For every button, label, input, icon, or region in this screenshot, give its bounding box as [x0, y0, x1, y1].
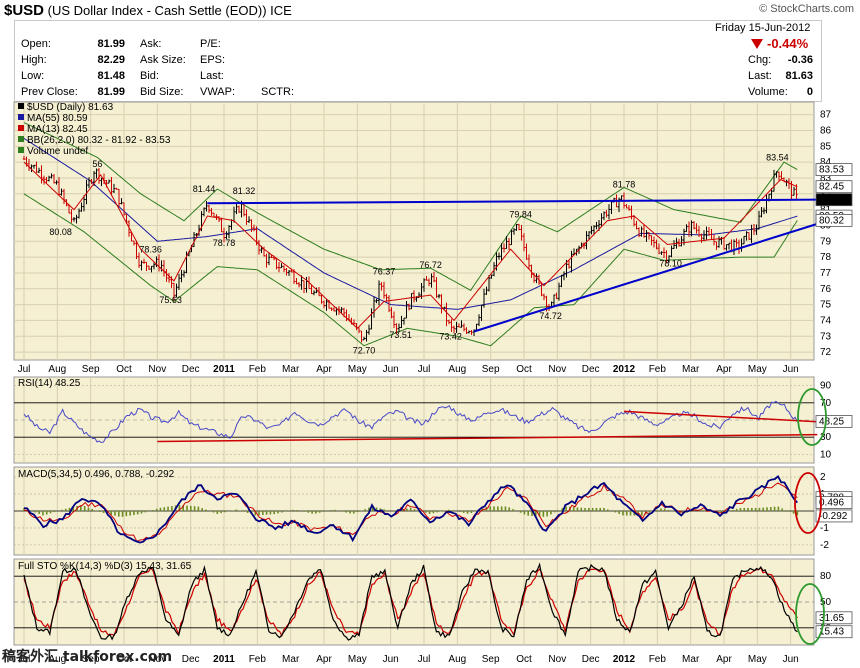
x-tick-label: Feb	[249, 364, 267, 375]
legend-swatch	[18, 136, 24, 142]
legend-swatch	[18, 147, 24, 153]
price-value-badge-text: 80.32	[819, 215, 844, 226]
x-tick-label-bottom: Feb	[249, 654, 267, 665]
price-annotation: 74.72	[539, 311, 562, 321]
x-tick-label-bottom: Aug	[448, 654, 466, 665]
x-tick-label: Aug	[48, 364, 66, 375]
x-tick-label-bottom: Oct	[516, 654, 532, 665]
x-tick-label: May	[748, 364, 767, 375]
x-tick-label-bottom: Mar	[282, 654, 300, 665]
rsi-value-badge-text: 48.25	[819, 417, 844, 428]
watermark: 稿客外汇 talkforex.com	[2, 649, 173, 665]
x-tick-label-bottom: May	[748, 654, 767, 665]
price-y-tick-label: 86	[820, 125, 832, 136]
price-annotation: 81.32	[233, 186, 256, 196]
x-tick-label-bottom: May	[348, 654, 367, 665]
price-annotation: 78.10	[659, 259, 682, 269]
price-annotation: 56	[92, 159, 102, 169]
price-y-tick-label: 73	[820, 331, 832, 342]
x-tick-label: Apr	[316, 364, 332, 375]
technical-chart: Jul Jul Aug Aug Sep Sep Oct Oct Nov Nov Dec Dec 2011…	[13, 101, 853, 665]
macd-y-tick-label: -1	[820, 523, 829, 534]
x-tick-label-bottom: Dec	[182, 654, 200, 665]
legend-swatch	[18, 125, 24, 131]
price-annotation: 75.63	[159, 295, 182, 305]
price-value-badge-text: 83.53	[819, 165, 844, 176]
x-tick-label-bottom: Feb	[649, 654, 667, 665]
x-tick-label: Feb	[649, 364, 667, 375]
price-annotation: 76.72	[419, 260, 442, 270]
macd-value-badge-text: -0.292	[819, 511, 848, 522]
price-y-tick-label: 87	[820, 110, 832, 121]
x-tick-label: Mar	[682, 364, 700, 375]
x-tick-label: Dec	[582, 364, 600, 375]
price-annotation: 83.54	[766, 153, 789, 163]
x-tick-label-bottom: 2012	[613, 654, 636, 665]
legend-entry: BB(26,2.0) 80.32 - 81.92 - 83.53	[27, 135, 171, 146]
rsi-title: RSI(14) 48.25	[18, 378, 81, 389]
x-tick-label: 2011	[213, 364, 235, 375]
price-y-tick-label: 79	[820, 236, 832, 247]
x-tick-label-bottom: Apr	[316, 654, 332, 665]
x-tick-label-bottom: Sep	[482, 654, 500, 665]
price-annotation: 79.84	[509, 210, 532, 220]
sto-y-tick-label: 80	[820, 571, 832, 582]
x-tick-label-bottom: Jun	[783, 654, 799, 665]
price-annotation: 73.51	[389, 330, 412, 340]
rsi-y-tick-label: 90	[820, 381, 832, 392]
price-annotation: 78.78	[213, 238, 236, 248]
x-tick-label: Jul	[418, 364, 431, 375]
price-annotation: 81.78	[613, 179, 636, 189]
price-annotation: 72.70	[353, 346, 376, 356]
price-annotation: 78.36	[139, 244, 162, 254]
legend-entry: Volume undef	[27, 146, 88, 157]
price-annotation: 73.42	[439, 331, 462, 341]
legend-swatch	[18, 114, 24, 120]
x-tick-label: Dec	[182, 364, 200, 375]
x-tick-label-bottom: Mar	[682, 654, 700, 665]
legend-entry: MA(55) 80.59	[27, 113, 88, 124]
x-tick-label-bottom: Nov	[548, 654, 566, 665]
macd-title: MACD(5,34,5) 0.496, 0.788, -0.292	[18, 469, 175, 480]
macd-y-tick-label: -2	[820, 540, 829, 551]
price-annotation: 76.37	[373, 267, 396, 277]
price-y-tick-label: 85	[820, 141, 832, 152]
x-tick-label: Oct	[516, 364, 532, 375]
x-tick-label: Jul	[18, 364, 31, 375]
x-tick-label-bottom: Jun	[383, 654, 399, 665]
price-y-tick-label: 75	[820, 300, 832, 311]
x-tick-label: May	[348, 364, 367, 375]
price-y-tick-label: 72	[820, 347, 832, 358]
macd-y-tick-label: 2	[820, 472, 826, 483]
x-tick-label: Jun	[383, 364, 399, 375]
price-value-badge-text: 82.45	[819, 182, 844, 193]
x-tick-label: Aug	[448, 364, 466, 375]
sto-title: Full STO %K(14,3) %D(3) 15.43, 31.65	[18, 561, 192, 572]
x-tick-label-bottom: Jul	[418, 654, 431, 665]
price-y-tick-label: 77	[820, 268, 832, 279]
price-y-tick-label: 76	[820, 284, 832, 295]
price-value-badge-text: 81.63	[819, 195, 844, 206]
x-tick-label: 2012	[613, 364, 636, 375]
rsi-y-tick-label: 10	[820, 449, 832, 460]
x-tick-label-bottom: Apr	[716, 654, 732, 665]
price-annotation: 80.08	[49, 227, 72, 237]
x-tick-label: Apr	[716, 364, 732, 375]
legend-swatch	[18, 103, 24, 109]
legend-entry: $USD (Daily) 81.63	[27, 102, 114, 113]
price-y-tick-label: 74	[820, 315, 832, 326]
x-tick-label: Jun	[783, 364, 799, 375]
x-tick-label: Oct	[116, 364, 132, 375]
x-tick-label: Nov	[148, 364, 166, 375]
x-tick-label-bottom: 2011	[213, 654, 235, 665]
x-tick-label: Nov	[548, 364, 566, 375]
x-tick-label-bottom: Dec	[582, 654, 600, 665]
x-tick-label: Sep	[82, 364, 100, 375]
x-tick-label: Mar	[282, 364, 300, 375]
x-tick-label: Sep	[482, 364, 500, 375]
legend-entry: MA(13) 82.45	[27, 124, 88, 135]
macd-value-badge-text: 0.496	[819, 498, 844, 509]
price-annotation: 81.44	[193, 184, 216, 194]
price-y-tick-label: 78	[820, 252, 832, 263]
